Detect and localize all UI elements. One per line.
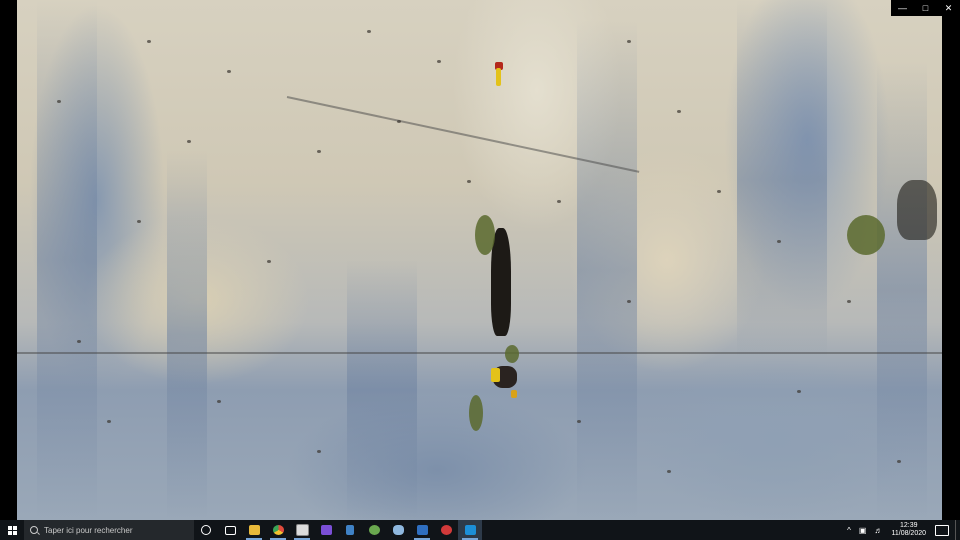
maximize-button[interactable]: □ <box>914 0 937 16</box>
start-button[interactable] <box>0 520 24 540</box>
rock-streak <box>577 20 637 520</box>
task-view-icon <box>224 525 236 535</box>
media-app-button[interactable] <box>290 520 314 540</box>
taskbar-apps <box>194 520 482 540</box>
cortana-icon <box>201 525 211 535</box>
media-app-icon <box>295 524 309 536</box>
vegetation <box>847 215 885 255</box>
climber-bottom-gear <box>491 368 500 382</box>
red-app-icon <box>440 525 452 535</box>
search-icon <box>30 526 38 534</box>
purple-app-icon <box>320 525 332 535</box>
show-desktop-button[interactable] <box>955 520 960 540</box>
windows-logo-icon <box>7 525 17 535</box>
climber-bottom-bag <box>511 390 517 398</box>
clock-time: 12:39 <box>899 522 918 529</box>
network-icon[interactable]: ▣ <box>855 526 871 535</box>
rock-streak <box>737 0 827 360</box>
system-tray: ^ ▣ ♬ 12:39 11/08/2020 <box>843 520 960 540</box>
search-placeholder: Taper ici pour rechercher <box>44 525 133 535</box>
rock-crack <box>491 228 511 336</box>
file-explorer-button[interactable] <box>242 520 266 540</box>
globe-app-icon <box>368 525 380 535</box>
rock-streak <box>167 150 207 520</box>
minimize-button[interactable]: — <box>891 0 914 16</box>
climber-top-gear <box>496 68 501 86</box>
search-box[interactable]: Taper ici pour rechercher <box>24 520 194 540</box>
user-app-button[interactable] <box>410 520 434 540</box>
close-button[interactable]: ✕ <box>937 0 960 16</box>
chrome-icon <box>272 525 284 535</box>
photos-app-button[interactable] <box>458 520 482 540</box>
file-explorer-icon <box>248 525 260 535</box>
rock-ledge <box>17 352 942 354</box>
rock-streak <box>877 60 927 520</box>
globe-app-button[interactable] <box>362 520 386 540</box>
photo-viewer-window <box>0 0 960 520</box>
task-view-button[interactable] <box>218 520 242 540</box>
clock[interactable]: 12:39 11/08/2020 <box>886 522 931 538</box>
calculator-button[interactable] <box>338 520 362 540</box>
rock-streak <box>347 260 417 520</box>
cave-opening <box>897 180 937 240</box>
clock-date: 11/08/2020 <box>891 530 926 537</box>
vegetation <box>475 215 495 255</box>
chrome-button[interactable] <box>266 520 290 540</box>
photos-app-icon <box>464 525 476 535</box>
notification-icon[interactable] <box>935 524 949 536</box>
window-controls: — □ ✕ <box>891 0 960 16</box>
purple-app-button[interactable] <box>314 520 338 540</box>
taskbar: Taper ici pour rechercher ^ ▣ ♬ 12:39 11… <box>0 520 960 540</box>
red-app-button[interactable] <box>434 520 458 540</box>
tray-chevron-icon[interactable]: ^ <box>843 526 855 535</box>
bird-app-icon <box>392 525 404 535</box>
user-app-icon <box>416 525 428 535</box>
rock-streak <box>37 0 97 520</box>
bird-app-button[interactable] <box>386 520 410 540</box>
calculator-icon <box>346 525 354 535</box>
vegetation <box>469 395 483 431</box>
vegetation <box>505 345 519 363</box>
cliff-photo <box>17 0 942 520</box>
cortana-button[interactable] <box>194 520 218 540</box>
volume-icon[interactable]: ♬ <box>870 526 886 535</box>
